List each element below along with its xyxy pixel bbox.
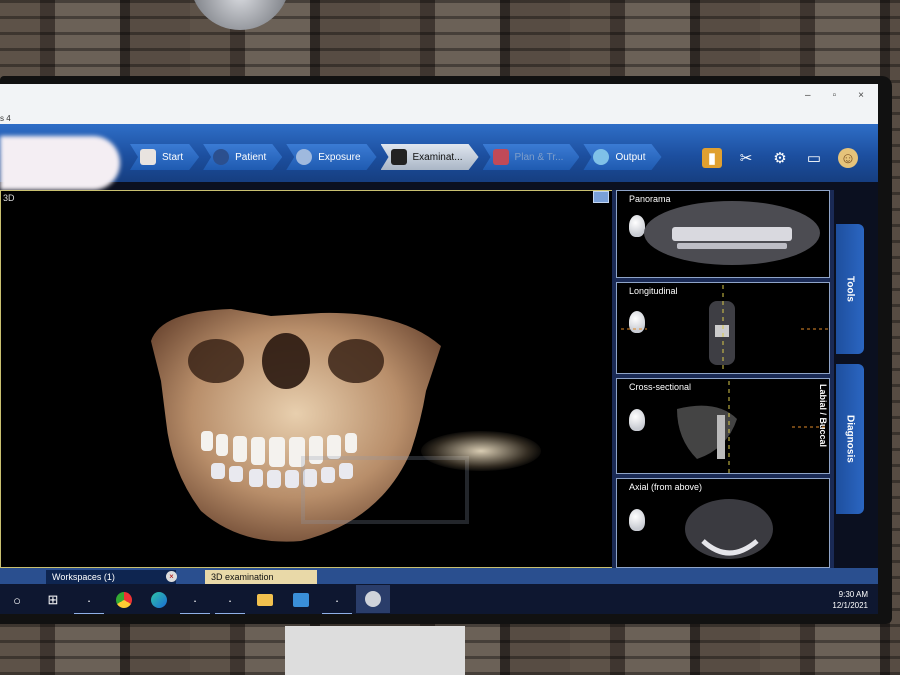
screens-icon[interactable]: ▭ (804, 148, 824, 168)
step-label: Patient (235, 151, 267, 163)
patient-name-redacted (0, 136, 120, 190)
step-label: Output (615, 151, 646, 163)
screen-reflection-light (421, 431, 541, 471)
running-indicator (215, 613, 245, 614)
app-icon[interactable]: · (219, 589, 241, 611)
skull-cavity-left (188, 339, 244, 383)
search-icon[interactable]: ○ (6, 589, 28, 611)
tools-icon[interactable]: ✂ (736, 148, 756, 168)
close-workspace-icon[interactable]: × (166, 571, 177, 582)
workflow-steps: Start Patient Exposure Examinat... Plan … (130, 144, 666, 170)
tab-diagnosis[interactable]: Diagnosis (836, 364, 864, 514)
folder-icon[interactable] (254, 589, 276, 611)
panel-panorama[interactable]: Panorama (616, 190, 830, 278)
paper-sign (285, 626, 465, 675)
system-clock[interactable]: 9:30 AM 12/1/2021 (832, 589, 868, 611)
gear-icon[interactable]: ⚙ (770, 148, 790, 168)
running-indicator (180, 613, 210, 614)
app-icon[interactable]: · (184, 589, 206, 611)
plan-icon (493, 149, 509, 165)
clock-time: 9:30 AM (838, 590, 868, 599)
step-output[interactable]: Output (583, 144, 661, 170)
patient-icon (213, 149, 229, 165)
step-exposure[interactable]: Exposure (286, 144, 376, 170)
labial-buccal-label: Labial / Buccal (818, 384, 828, 448)
running-indicator (74, 613, 104, 614)
smiley-icon[interactable]: ☺ (838, 148, 858, 168)
examination-icon (391, 149, 407, 165)
step-start[interactable]: Start (130, 144, 199, 170)
screen: s 4 – ▫ × Start Patient Exposure Examina… (0, 84, 878, 614)
globe-icon (593, 149, 609, 165)
dental-app-icon[interactable] (356, 585, 390, 613)
panel-cross-sectional[interactable]: Cross-sectional (616, 378, 830, 474)
cross-sectional-image (677, 381, 827, 473)
tab-tools[interactable]: Tools (836, 224, 864, 354)
close-button[interactable]: × (858, 90, 864, 101)
monitor: s 4 – ▫ × Start Patient Exposure Examina… (0, 76, 892, 624)
app-icon[interactable]: · (78, 589, 100, 611)
skull-cavity-right (328, 339, 384, 383)
step-label: Examinat... (412, 151, 463, 163)
tab-workspaces[interactable]: Workspaces (1) (46, 570, 176, 584)
chrome-icon[interactable] (113, 589, 135, 611)
panel-axial[interactable]: Axial (from above) (616, 478, 830, 568)
app-title: s 4 (0, 114, 11, 123)
nasal-cavity (262, 333, 310, 389)
clock-date: 12/1/2021 (832, 601, 868, 610)
app-icon[interactable]: · (326, 589, 348, 611)
minimize-button[interactable]: – (805, 90, 811, 101)
step-examination[interactable]: Examinat... (381, 144, 479, 170)
3d-viewport[interactable]: 3D (0, 190, 620, 568)
maximize-button[interactable]: ▫ (833, 90, 837, 101)
exposure-icon (296, 149, 312, 165)
longitudinal-image (621, 285, 829, 373)
step-label: Start (162, 151, 184, 163)
tab-label: 3D examination (211, 572, 274, 582)
window-controls: – ▫ × (805, 90, 864, 101)
side-tabs: Tools Diagnosis (836, 224, 872, 584)
edge-icon[interactable] (148, 589, 170, 611)
title-bar: s 4 – ▫ × (0, 84, 878, 124)
running-indicator (322, 613, 352, 614)
step-label: Plan & Tr... (514, 151, 564, 163)
panorama-image (644, 201, 820, 265)
house-icon (140, 149, 156, 165)
panel-longitudinal[interactable]: Longitudinal (616, 282, 830, 374)
toolbar-icons: ▮ ✂ ⚙ ▭ ☺ (702, 148, 858, 168)
tab-3d-examination[interactable]: 3D examination (205, 570, 317, 584)
step-patient[interactable]: Patient (203, 144, 282, 170)
step-label: Exposure (318, 151, 361, 163)
axial-image (685, 499, 773, 559)
taskview-icon[interactable]: ⊞ (42, 589, 64, 611)
step-plan[interactable]: Plan & Tr... (483, 144, 580, 170)
tab-label: Workspaces (1) (52, 572, 115, 582)
view-panels: Panorama Longitudinal Cross-sectional Ax… (612, 190, 834, 568)
notes-icon[interactable]: ▮ (702, 148, 722, 168)
monitor-app-icon[interactable] (290, 589, 312, 611)
